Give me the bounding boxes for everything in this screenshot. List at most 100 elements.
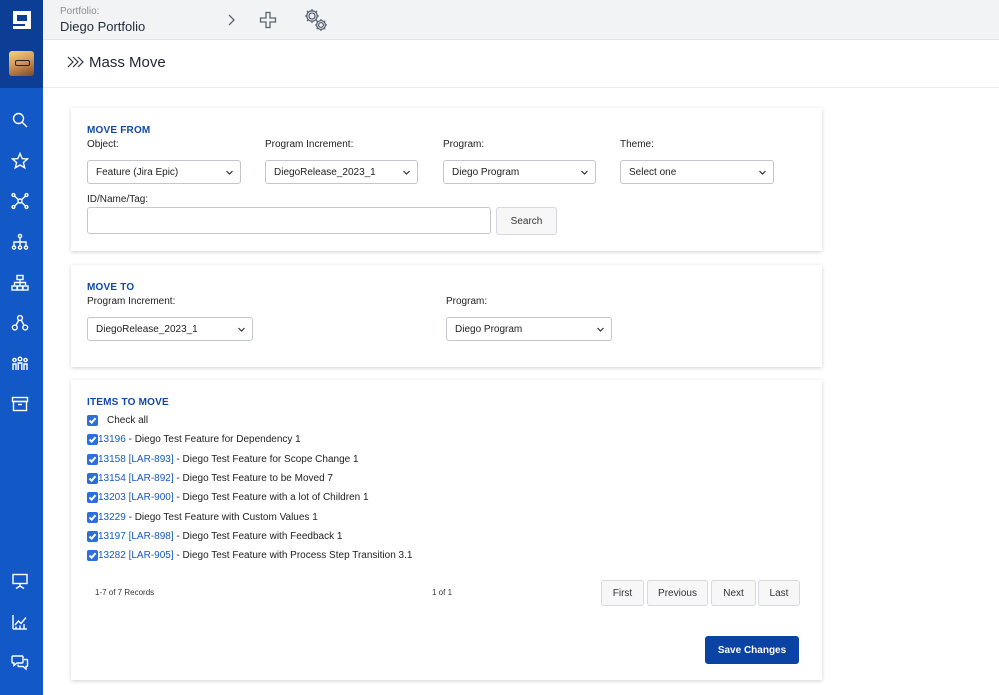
page-title: Mass Move <box>89 54 166 71</box>
gears-icon[interactable] <box>301 5 331 35</box>
item-id-link[interactable]: 13203 [LAR-900] <box>98 492 174 503</box>
star-icon[interactable] <box>10 151 30 171</box>
last-page-button[interactable]: Last <box>758 580 800 606</box>
list-item: 13203 [LAR-900] - Diego Test Feature wit… <box>87 490 369 504</box>
item-id-link[interactable]: 13196 <box>98 434 126 445</box>
to-pi-select-value: DiegoRelease_2023_1 <box>96 323 198 335</box>
chevron-down-icon <box>403 170 410 175</box>
to-program-select[interactable]: Diego Program <box>446 317 612 341</box>
avatar[interactable] <box>9 51 34 76</box>
checkmark-icon <box>88 436 97 443</box>
item-id-link[interactable]: 13282 [LAR-905] <box>98 550 174 561</box>
plus-icon[interactable] <box>258 8 278 32</box>
from-pi-select-value: DiegoRelease_2023_1 <box>274 166 376 178</box>
item-checkbox[interactable] <box>87 453 98 465</box>
logo-icon <box>12 10 31 29</box>
portfolio-name[interactable]: Diego Portfolio <box>60 19 145 34</box>
item-id-link[interactable]: 13229 <box>98 512 126 523</box>
checkmark-icon <box>88 533 97 540</box>
search-button[interactable]: Search <box>496 207 557 235</box>
check-all-label: Check all <box>107 414 149 426</box>
items-heading: ITEMS TO MOVE <box>87 397 169 408</box>
portfolio-label: Portfolio: <box>60 6 100 17</box>
from-program-label: Program: <box>443 139 485 150</box>
archive-icon[interactable] <box>10 394 30 414</box>
checkmark-icon <box>88 475 97 482</box>
to-program-label: Program: <box>446 296 488 307</box>
page-header: Mass Move <box>43 40 999 88</box>
from-program-select-value: Diego Program <box>452 166 520 178</box>
save-changes-button[interactable]: Save Changes <box>705 636 799 664</box>
to-program-select-value: Diego Program <box>455 323 523 335</box>
page-indicator: 1 of 1 <box>432 588 453 597</box>
chevron-down-icon <box>759 170 766 175</box>
presentation-icon[interactable] <box>10 571 30 591</box>
hierarchy-icon[interactable] <box>10 232 30 252</box>
previous-page-button[interactable]: Previous <box>647 580 708 606</box>
chevron-down-icon <box>597 327 604 332</box>
chat-icon[interactable] <box>10 652 30 672</box>
item-name: - Diego Test Feature with a lot of Child… <box>173 491 369 503</box>
search-input[interactable] <box>87 207 491 234</box>
object-label: Object: <box>87 139 119 150</box>
item-checkbox[interactable] <box>87 549 98 561</box>
from-pi-label: Program Increment: <box>265 139 354 150</box>
checkmark-icon <box>88 552 97 559</box>
list-item: 13282 [LAR-905] - Diego Test Feature wit… <box>87 548 412 562</box>
user-avatar-container[interactable] <box>0 39 43 88</box>
item-checkbox[interactable] <box>87 530 98 542</box>
move-from-card: MOVE FROM Object: Feature (Jira Epic) Pr… <box>71 108 822 251</box>
first-page-button[interactable]: First <box>601 580 644 606</box>
search-icon[interactable] <box>10 110 30 130</box>
item-checkbox[interactable] <box>87 433 98 445</box>
item-name: - Diego Test Feature with Process Step T… <box>173 549 413 561</box>
chevron-down-icon <box>226 170 233 175</box>
triple-chevron-icon <box>67 56 84 68</box>
items-to-move-card: ITEMS TO MOVE Check all 13196 - Diego Te… <box>71 380 822 680</box>
object-select[interactable]: Feature (Jira Epic) <box>87 160 241 184</box>
list-item: 13197 [LAR-898] - Diego Test Feature wit… <box>87 529 342 543</box>
top-bar: Portfolio: Diego Portfolio <box>43 0 999 40</box>
next-page-button[interactable]: Next <box>711 580 756 606</box>
app-logo[interactable] <box>0 0 43 39</box>
network-icon[interactable] <box>10 191 30 211</box>
theme-select[interactable]: Select one <box>620 160 774 184</box>
from-program-select[interactable]: Diego Program <box>443 160 596 184</box>
theme-label: Theme: <box>620 139 654 150</box>
move-to-card: MOVE TO Program Increment: DiegoRelease_… <box>71 265 822 367</box>
item-id-link[interactable]: 13154 [LAR-892] <box>98 473 174 484</box>
move-to-heading: MOVE TO <box>87 282 135 293</box>
move-from-heading: MOVE FROM <box>87 125 151 136</box>
item-name: - Diego Test Feature for Scope Change 1 <box>173 453 359 465</box>
list-item: 13154 [LAR-892] - Diego Test Feature to … <box>87 471 333 485</box>
checkmark-icon <box>88 417 97 424</box>
check-all-checkbox[interactable] <box>87 414 98 426</box>
analytics-icon[interactable] <box>10 612 30 632</box>
list-item: 13158 [LAR-893] - Diego Test Feature for… <box>87 452 359 466</box>
chevron-down-icon <box>238 327 245 332</box>
item-id-link[interactable]: 13158 [LAR-893] <box>98 454 174 465</box>
item-name: - Diego Test Feature with Feedback 1 <box>173 530 343 542</box>
item-checkbox[interactable] <box>87 511 98 523</box>
item-checkbox[interactable] <box>87 472 98 484</box>
chevron-right-icon[interactable] <box>223 8 239 32</box>
checkmark-icon <box>88 494 97 501</box>
sidebar <box>0 0 43 695</box>
item-id-link[interactable]: 13197 [LAR-898] <box>98 531 174 542</box>
cluster-icon[interactable] <box>10 313 30 333</box>
chevron-down-icon <box>581 170 588 175</box>
item-checkbox[interactable] <box>87 491 98 503</box>
to-pi-select[interactable]: DiegoRelease_2023_1 <box>87 317 253 341</box>
item-name: - Diego Test Feature with Custom Values … <box>125 511 318 523</box>
checkmark-icon <box>88 456 97 463</box>
to-pi-label: Program Increment: <box>87 296 176 307</box>
records-count: 1-7 of 7 Records <box>95 588 155 597</box>
item-name: - Diego Test Feature to be Moved 7 <box>173 472 333 484</box>
check-all-row: Check all <box>87 413 148 427</box>
from-pi-select[interactable]: DiegoRelease_2023_1 <box>265 160 418 184</box>
item-name: - Diego Test Feature for Dependency 1 <box>125 433 301 445</box>
team-icon[interactable] <box>10 354 30 374</box>
list-item: 13196 - Diego Test Feature for Dependenc… <box>87 432 301 446</box>
search-field-label: ID/Name/Tag: <box>87 194 149 205</box>
org-chart-icon[interactable] <box>10 273 30 293</box>
